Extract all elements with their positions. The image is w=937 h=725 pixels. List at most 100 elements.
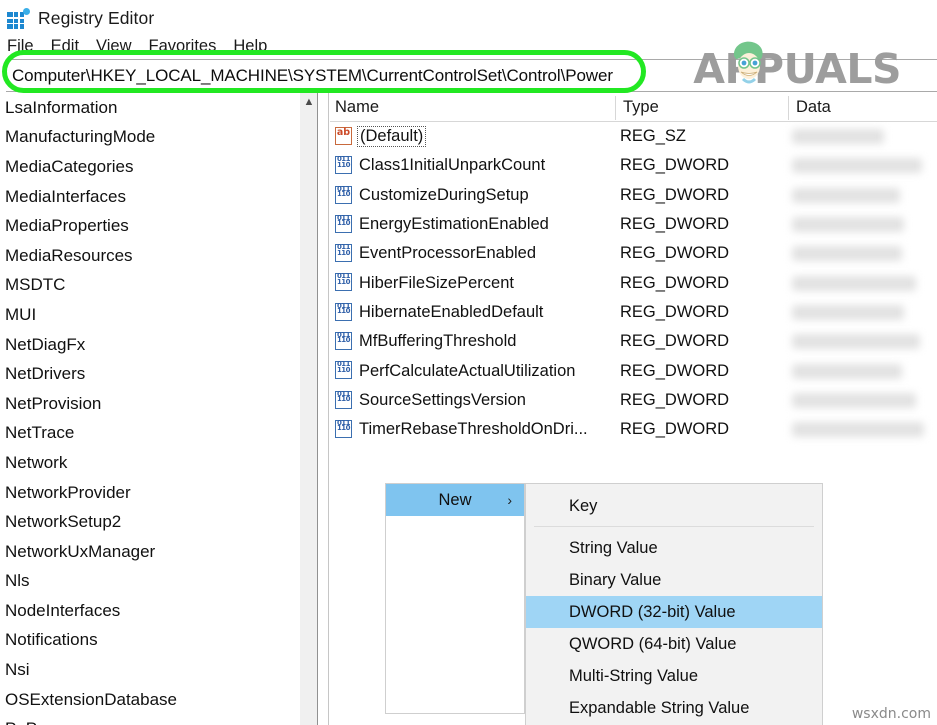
value-name[interactable]: Class1InitialUnparkCount: [359, 156, 545, 175]
value-type: REG_DWORD: [620, 390, 730, 409]
value-name[interactable]: HibernateEnabledDefault: [359, 303, 543, 322]
tree-item-nsi[interactable]: Nsi: [0, 655, 300, 685]
column-header-name[interactable]: Name: [330, 93, 379, 122]
tree-item-nls[interactable]: Nls: [0, 567, 300, 597]
tree-item-label: NetProvision: [5, 393, 102, 413]
table-row[interactable]: 011 110 EventProcessorEnabled REG_DWORD: [330, 239, 937, 268]
tree-item-notifications[interactable]: Notifications: [0, 626, 300, 656]
submenu-item-label: Key: [569, 496, 598, 515]
submenu-item-qword-64bit-value[interactable]: QWORD (64-bit) Value: [526, 628, 822, 660]
value-name[interactable]: (Default): [357, 126, 427, 148]
value-name[interactable]: CustomizeDuringSetup: [359, 186, 529, 205]
tree-item-label: Nsi: [5, 660, 30, 680]
dword-value-icon: 011 110: [335, 185, 354, 205]
value-name[interactable]: PerfCalculateActualUtilization: [359, 362, 575, 381]
value-type: REG_DWORD: [620, 273, 730, 292]
tree-item-label: MediaResources: [5, 245, 133, 265]
menu-favorites[interactable]: Favorites: [149, 37, 226, 56]
menu-view[interactable]: View: [96, 37, 140, 56]
tree-item-label: PnP: [5, 719, 37, 725]
tree-item-label: NetworkUxManager: [5, 541, 156, 561]
table-row[interactable]: 011 110 MfBufferingThreshold REG_DWORD: [330, 327, 937, 356]
dword-value-icon: 011 110: [335, 332, 354, 351]
menu-file[interactable]: File: [7, 37, 43, 56]
dword-value-icon: 011 110: [335, 361, 354, 380]
tree-item-label: NetworkProvider: [5, 482, 131, 502]
registry-path-text[interactable]: Computer\HKEY_LOCAL_MACHINE\SYSTEM\Curre…: [6, 66, 613, 86]
submenu-item-expandable-string-value[interactable]: Expandable String Value: [526, 692, 822, 724]
tree-item-netdiagfx[interactable]: NetDiagFx: [0, 330, 300, 360]
context-menu[interactable]: New ›: [385, 483, 525, 714]
value-name[interactable]: MfBufferingThreshold: [359, 332, 516, 351]
appuals-mascot-icon: [734, 41, 763, 84]
tree-item-networksetup2[interactable]: NetworkSetup2: [0, 507, 300, 537]
value-name[interactable]: HiberFileSizePercent: [359, 274, 514, 293]
tree-item-netprovision[interactable]: NetProvision: [0, 389, 300, 419]
appuals-watermark: APPUALS: [693, 41, 901, 93]
table-row[interactable]: ab (Default) REG_SZ: [330, 122, 937, 151]
pane-splitter[interactable]: [319, 93, 329, 725]
table-row[interactable]: 011 110 CustomizeDuringSetup REG_DWORD: [330, 181, 937, 210]
scroll-up-arrow-icon[interactable]: ▲: [300, 93, 318, 110]
value-type: REG_DWORD: [620, 244, 730, 263]
tree-scrollbar[interactable]: ▲: [300, 93, 318, 725]
value-name[interactable]: EventProcessorEnabled: [359, 244, 536, 263]
tree-item-manufacturingmode[interactable]: ManufacturingMode: [0, 123, 300, 153]
menu-help[interactable]: Help: [233, 37, 276, 56]
context-menu-body: [386, 516, 524, 713]
value-name[interactable]: SourceSettingsVersion: [359, 391, 526, 410]
tree-item-osextensiondatabase[interactable]: OSExtensionDatabase: [0, 685, 300, 715]
table-row[interactable]: 011 110 TimerRebaseThresholdOnDri... REG_…: [330, 415, 937, 444]
tree-item-mediacategories[interactable]: MediaCategories: [0, 152, 300, 182]
table-row[interactable]: 011 110 EnergyEstimationEnabled REG_DWORD: [330, 210, 937, 239]
submenu-item-label: Multi-String Value: [569, 666, 698, 685]
registry-tree-pane[interactable]: LsaInformation ManufacturingMode MediaCa…: [0, 93, 300, 725]
tree-item-nettrace[interactable]: NetTrace: [0, 419, 300, 449]
dword-value-icon: 011 110: [335, 390, 354, 410]
submenu-item-dword-32bit-value[interactable]: DWORD (32-bit) Value: [526, 596, 822, 628]
context-menu-item-new[interactable]: New ›: [386, 484, 524, 516]
column-divider[interactable]: [788, 96, 789, 120]
column-divider[interactable]: [615, 96, 616, 120]
tree-item-network[interactable]: Network: [0, 448, 300, 478]
value-name[interactable]: TimerRebaseThresholdOnDri...: [359, 420, 588, 439]
tree-item-mediaproperties[interactable]: MediaProperties: [0, 211, 300, 241]
submenu-item-label: String Value: [569, 538, 658, 557]
tree-item-mui[interactable]: MUI: [0, 300, 300, 330]
tree-item-networkprovider[interactable]: NetworkProvider: [0, 478, 300, 508]
dword-value-icon: 011 110: [335, 156, 354, 175]
tree-item-networkuxmanager[interactable]: NetworkUxManager: [0, 537, 300, 567]
submenu-item-label: Expandable String Value: [569, 698, 750, 717]
column-header-type[interactable]: Type: [618, 93, 659, 122]
tree-item-mediainterfaces[interactable]: MediaInterfaces: [0, 182, 300, 212]
tree-item-mediaresources[interactable]: MediaResources: [0, 241, 300, 271]
column-header-data[interactable]: Data: [791, 93, 831, 122]
tree-item-label: NetDrivers: [5, 364, 86, 384]
table-row[interactable]: 011 110 PerfCalculateActualUtilization RE…: [330, 356, 937, 385]
submenu-item-label: DWORD (32-bit) Value: [569, 602, 736, 621]
value-data-redacted: [792, 217, 904, 233]
table-row[interactable]: 011 110 HiberFileSizePercent REG_DWORD: [330, 268, 937, 297]
table-row[interactable]: 011 110 SourceSettingsVersion REG_DWORD: [330, 386, 937, 415]
tree-item-nodeinterfaces[interactable]: NodeInterfaces: [0, 596, 300, 626]
table-row[interactable]: 011 110 HibernateEnabledDefault REG_DWORD: [330, 298, 937, 327]
submenu-item-key[interactable]: Key: [526, 490, 822, 522]
tree-item-label: Nls: [5, 571, 30, 591]
menu-edit[interactable]: Edit: [51, 37, 88, 56]
tree-item-label: Notifications: [5, 630, 98, 650]
tree-item-label: Network: [5, 452, 68, 472]
submenu-item-binary-value[interactable]: Binary Value: [526, 564, 822, 596]
tree-item-msdtc[interactable]: MSDTC: [0, 271, 300, 301]
tree-item-pnp[interactable]: PnP: [0, 714, 300, 725]
tree-item-label: MUI: [5, 304, 37, 324]
new-submenu[interactable]: Key String Value Binary Value DWORD (32-…: [525, 483, 823, 725]
submenu-item-multi-string-value[interactable]: Multi-String Value: [526, 660, 822, 692]
value-name[interactable]: EnergyEstimationEnabled: [359, 215, 549, 234]
tree-item-lsainformation[interactable]: LsaInformation: [0, 93, 300, 123]
site-watermark: wsxdn.com: [851, 706, 931, 722]
value-data-redacted: [792, 246, 902, 262]
submenu-item-string-value[interactable]: String Value: [526, 532, 822, 564]
tree-item-netdrivers[interactable]: NetDrivers: [0, 359, 300, 389]
table-row[interactable]: 011 110 Class1InitialUnparkCount REG_DWOR…: [330, 151, 937, 180]
tree-item-label: ManufacturingMode: [5, 127, 156, 147]
